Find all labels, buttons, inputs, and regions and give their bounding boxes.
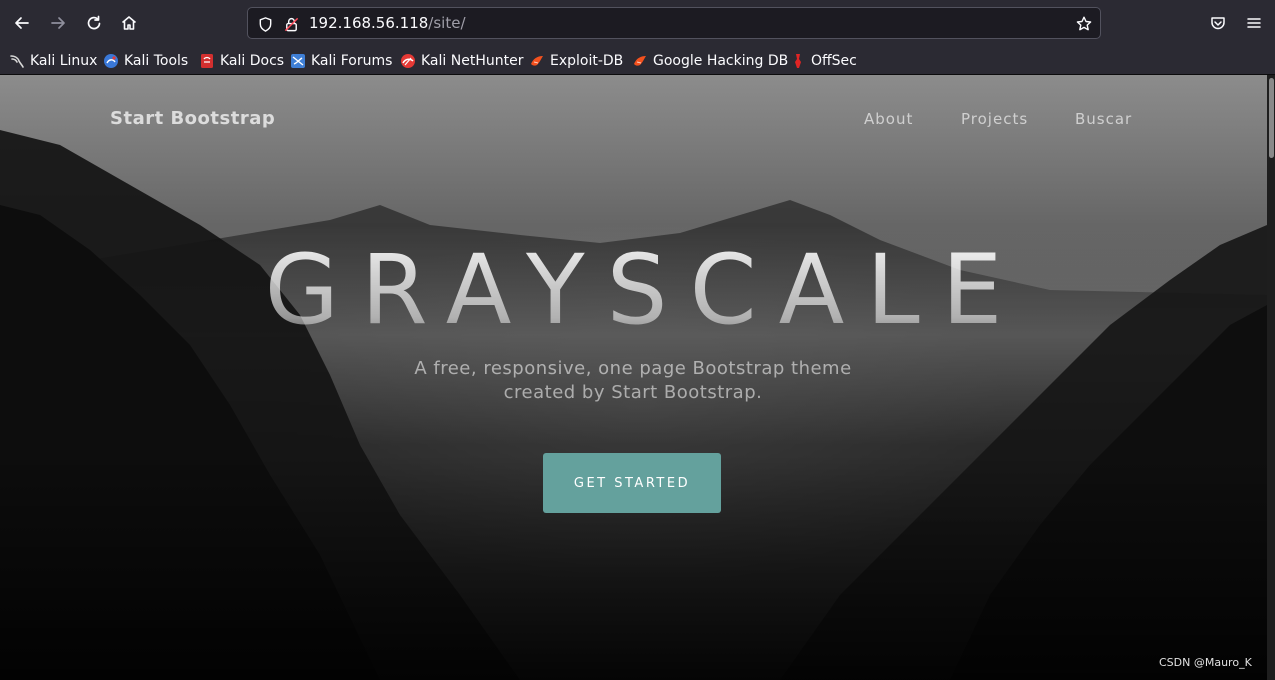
get-started-button[interactable]: GET STARTED (543, 453, 721, 513)
bookmarks-toolbar: Kali Linux Kali Tools Kali Docs Kali For… (0, 46, 1275, 75)
bookmark-label: Kali Docs (220, 52, 285, 69)
home-icon (121, 16, 137, 30)
url-bar[interactable]: 192.168.56.118/site/ (247, 7, 1101, 39)
hamburger-menu-icon (1247, 18, 1261, 28)
star-icon[interactable] (1075, 15, 1093, 33)
kali-forums-icon (291, 53, 305, 68)
bookmark-label: Google Hacking DB (653, 52, 789, 69)
bookmark-kali-forums[interactable]: Kali Forums (290, 50, 392, 71)
bookmark-exploit-db[interactable]: Exploit-DB (529, 50, 623, 71)
bookmark-label: Kali Linux (30, 52, 98, 69)
kali-tools-icon (104, 53, 118, 68)
nav-link-projects[interactable]: Projects (961, 110, 1028, 128)
kali-docs-icon (201, 53, 213, 68)
reload-icon (87, 15, 101, 30)
bookmark-kali-tools[interactable]: Kali Tools (103, 50, 188, 71)
shield-icon[interactable] (256, 15, 274, 33)
bookmark-label: Kali Forums (311, 52, 393, 69)
menu-button[interactable] (1240, 9, 1268, 37)
arrow-left-icon (15, 17, 29, 29)
hero-subtitle: A free, responsive, one page Bootstrap t… (414, 358, 852, 403)
bookmark-kali-linux[interactable]: Kali Linux (9, 50, 97, 71)
bookmark-label: OffSec (811, 52, 857, 69)
pocket-button[interactable] (1204, 9, 1232, 37)
nav-link-about[interactable]: About (864, 110, 913, 128)
arrow-right-icon (51, 17, 65, 29)
insecure-lock-icon[interactable] (282, 15, 300, 33)
bookmark-label: Kali Tools (124, 52, 189, 69)
pocket-icon (1211, 17, 1225, 30)
ghdb-icon (634, 55, 646, 66)
scrollbar-track[interactable] (1267, 75, 1275, 680)
reload-button[interactable] (80, 9, 108, 37)
exploit-db-icon (531, 55, 543, 66)
scrollbar-thumb[interactable] (1269, 78, 1274, 158)
bookmark-label: Kali NetHunter (421, 52, 524, 69)
url-text[interactable]: 192.168.56.118/site/ (309, 14, 466, 33)
bookmark-google-hacking-db[interactable]: Google Hacking DB (632, 50, 788, 71)
hero-title: GRAYSCALE (0, 235, 1267, 345)
url-path: /site/ (428, 14, 466, 32)
offsec-icon (795, 53, 801, 68)
bookmark-offsec[interactable]: OffSec (790, 50, 857, 71)
browser-toolbar: 192.168.56.118/site/ (0, 0, 1275, 46)
forward-button[interactable] (44, 9, 72, 37)
back-button[interactable] (8, 9, 36, 37)
navbar-brand[interactable]: Start Bootstrap (110, 108, 275, 129)
kali-nethunter-icon (401, 53, 415, 68)
watermark-text: CSDN @Mauro_K (1159, 656, 1252, 669)
bookmark-kali-docs[interactable]: Kali Docs (199, 50, 284, 71)
bookmark-label: Exploit-DB (550, 52, 624, 69)
page-viewport: Start Bootstrap About Projects Buscar GR… (0, 75, 1267, 680)
url-host: 192.168.56.118 (309, 14, 429, 32)
bookmark-kali-nethunter[interactable]: Kali NetHunter (400, 50, 523, 71)
kali-dragon-icon (10, 54, 24, 68)
home-button[interactable] (115, 9, 143, 37)
nav-link-buscar[interactable]: Buscar (1075, 110, 1132, 128)
